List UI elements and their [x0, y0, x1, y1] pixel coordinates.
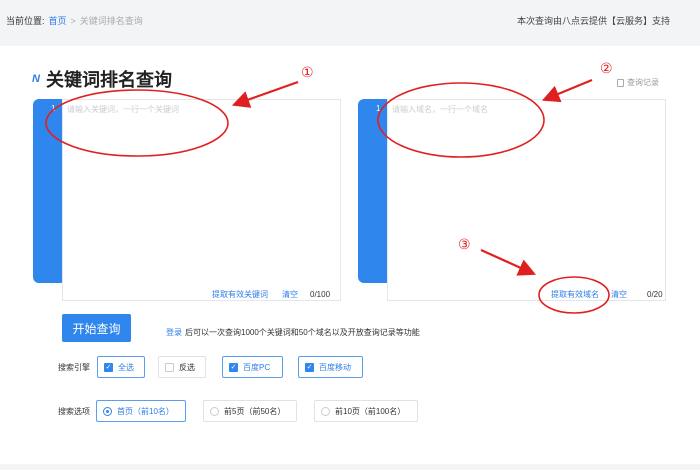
clear-keywords-link[interactable]: 清空: [282, 289, 298, 300]
option-five-pages-radio[interactable]: 前5页（前50名）: [203, 400, 297, 422]
checkbox-checked-icon: ✓: [104, 362, 113, 372]
search-option-label: 前10页（前100名）: [335, 406, 406, 416]
breadcrumb-separator: >: [70, 15, 76, 26]
keywords-actions: 提取有效关键词 清空 0/100: [212, 289, 330, 300]
extract-keywords-link[interactable]: 提取有效关键词: [212, 289, 268, 300]
extract-domains-link[interactable]: 提取有效域名: [551, 289, 599, 300]
login-hint: 登录 后可以一次查询1000个关键词和50个域名以及开放查询记录等功能: [166, 327, 420, 338]
engine-option-label: 全选: [118, 362, 134, 372]
engine-option-label: 百度移动: [319, 362, 351, 372]
breadcrumb-home-link[interactable]: 首页: [49, 14, 67, 27]
annotation-number-2: ②: [600, 61, 613, 77]
domains-line-number: 1: [376, 104, 381, 113]
engine-invert-checkbox[interactable]: 反选: [158, 356, 206, 378]
top-bar: 当前位置: 首页 > 关键词排名查询 本次查询由八点云提供【云服务】支持: [0, 0, 700, 38]
login-hint-text: 后可以一次查询1000个关键词和50个域名以及开放查询记录等功能: [185, 328, 420, 337]
breadcrumb-current: 关键词排名查询: [79, 16, 143, 26]
search-row-label: 搜索选项: [58, 407, 90, 416]
radio-selected-icon: [103, 406, 112, 416]
keywords-gutter: [33, 99, 65, 283]
support-text: 本次查询由八点云提供【云服务】支持: [516, 16, 670, 26]
title-logo-icon: N: [32, 73, 40, 85]
radio-empty-icon: [210, 406, 219, 416]
annotation-number-1: ①: [301, 65, 314, 81]
domains-textarea[interactable]: [387, 99, 666, 301]
history-link-label: 查询记录: [627, 78, 659, 87]
domains-gutter: [358, 99, 390, 283]
annotation-number-3: ③: [458, 237, 471, 253]
engine-baidu-mobile-checkbox[interactable]: ✓ 百度移动: [298, 356, 363, 378]
keywords-line-number: 1: [51, 104, 56, 113]
keywords-placeholder: 请输入关键词，一行一个关键词: [67, 105, 179, 114]
checkbox-checked-icon: ✓: [305, 362, 314, 372]
keywords-count: 0/100: [310, 290, 331, 299]
engine-option-label: 百度PC: [243, 362, 271, 372]
radio-empty-icon: [321, 406, 330, 416]
option-ten-pages-radio[interactable]: 前10页（前100名）: [314, 400, 418, 422]
engine-baidu-pc-checkbox[interactable]: ✓ 百度PC: [222, 356, 283, 378]
domains-placeholder: 请输入域名，一行一个域名: [392, 105, 488, 114]
history-link[interactable]: 查询记录: [617, 77, 659, 88]
domains-actions: 提取有效域名 清空 0/20: [551, 289, 663, 300]
domains-count: 0/20: [647, 290, 663, 299]
option-first-page-radio[interactable]: 首页（前10名）: [96, 400, 186, 422]
engine-option-label: 反选: [179, 362, 195, 372]
login-link[interactable]: 登录: [166, 328, 182, 337]
search-option-label: 首页（前10名）: [117, 406, 174, 416]
engine-row-label: 搜索引擎: [58, 363, 90, 372]
engine-select-all-checkbox[interactable]: ✓ 全选: [97, 356, 145, 378]
checkbox-checked-icon: ✓: [229, 362, 238, 372]
breadcrumb-prefix: 当前位置:: [6, 16, 45, 26]
keywords-textarea[interactable]: [62, 99, 341, 301]
checkbox-empty-icon: [165, 362, 174, 372]
breadcrumb: 当前位置: 首页 > 关键词排名查询: [6, 14, 143, 27]
document-icon: [617, 78, 624, 87]
start-query-button[interactable]: 开始查询: [62, 314, 131, 342]
page-title: N 关键词排名查询: [32, 66, 172, 92]
page-title-text: 关键词排名查询: [46, 70, 172, 90]
clear-domains-link[interactable]: 清空: [611, 289, 627, 300]
search-option-label: 前5页（前50名）: [224, 406, 286, 416]
